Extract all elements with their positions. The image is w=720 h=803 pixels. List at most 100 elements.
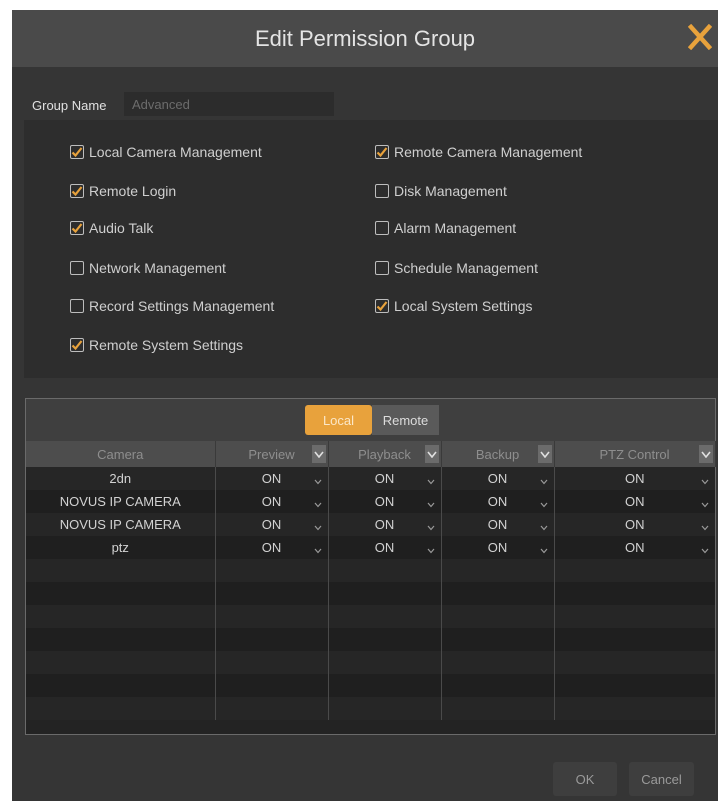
camera-cell [26, 674, 216, 697]
chevron-down-icon[interactable] [427, 473, 435, 488]
group-name-input[interactable] [124, 92, 334, 116]
checkbox-checked-icon[interactable] [375, 145, 389, 159]
preview-select-value[interactable]: ON [262, 494, 282, 509]
header-label: Playback [358, 446, 411, 462]
backup-select-value[interactable]: ON [488, 540, 508, 555]
chevron-down-icon[interactable] [314, 519, 322, 534]
playback-cell [328, 582, 442, 605]
preview-cell [215, 697, 329, 720]
checkbox-unchecked-icon[interactable] [70, 299, 84, 313]
ptz-cell[interactable]: ON [554, 467, 715, 490]
backup-cell[interactable]: ON [441, 513, 555, 536]
playback-select-value[interactable]: ON [375, 540, 395, 555]
checkbox-checked-icon[interactable] [70, 145, 84, 159]
chevron-down-icon[interactable] [427, 542, 435, 557]
backup-select-value[interactable]: ON [488, 494, 508, 509]
chevron-down-icon[interactable] [701, 496, 709, 511]
permission-item[interactable]: Audio Talk [70, 220, 153, 236]
permission-item[interactable]: Local System Settings [375, 298, 533, 314]
checkbox-checked-icon[interactable] [375, 299, 389, 313]
chevron-down-icon[interactable] [314, 542, 322, 557]
permission-item[interactable]: Remote Login [70, 183, 176, 199]
backup-cell[interactable]: ON [441, 467, 555, 490]
camera-cell [26, 582, 216, 605]
ptz-cell [554, 559, 715, 582]
checkbox-unchecked-icon[interactable] [375, 184, 389, 198]
chevron-down-icon[interactable] [701, 519, 709, 534]
playback-select-value[interactable]: ON [375, 471, 395, 486]
checkbox-unchecked-icon[interactable] [70, 261, 84, 275]
permission-item[interactable]: Remote Camera Management [375, 144, 582, 160]
preview-select-value[interactable]: ON [262, 471, 282, 486]
table-row [26, 674, 715, 697]
playback-select-value[interactable]: ON [375, 517, 395, 532]
backup-cell[interactable]: ON [441, 490, 555, 513]
backup-cell[interactable]: ON [441, 536, 555, 559]
ptz-select-value[interactable]: ON [625, 494, 645, 509]
ptz-select-value[interactable]: ON [625, 540, 645, 555]
camera-cell: NOVUS IP CAMERA [26, 513, 216, 536]
preview-select-value[interactable]: ON [262, 517, 282, 532]
permission-item[interactable]: Disk Management [375, 183, 507, 199]
chevron-down-icon[interactable] [540, 542, 548, 557]
camera-cell [26, 697, 216, 720]
preview-cell[interactable]: ON [215, 513, 329, 536]
chevron-down-icon[interactable] [537, 445, 552, 463]
preview-cell[interactable]: ON [215, 490, 329, 513]
title-bar: Edit Permission Group [12, 10, 718, 67]
preview-cell[interactable]: ON [215, 536, 329, 559]
column-header-backup: Backup [441, 441, 555, 467]
permission-item[interactable]: Schedule Management [375, 260, 538, 276]
ptz-cell[interactable]: ON [554, 513, 715, 536]
backup-select-value[interactable]: ON [488, 471, 508, 486]
permission-item[interactable]: Network Management [70, 260, 226, 276]
ok-button[interactable]: OK [553, 762, 617, 796]
chevron-down-icon[interactable] [314, 473, 322, 488]
playback-cell[interactable]: ON [328, 536, 442, 559]
chevron-down-icon[interactable] [311, 445, 326, 463]
ptz-select-value[interactable]: ON [625, 517, 645, 532]
close-icon[interactable] [687, 23, 713, 51]
chevron-down-icon[interactable] [314, 496, 322, 511]
permission-label: Audio Talk [89, 220, 154, 236]
checkbox-checked-icon[interactable] [70, 184, 84, 198]
ptz-select-value[interactable]: ON [625, 471, 645, 486]
ptz-cell [554, 582, 715, 605]
chevron-down-icon[interactable] [540, 473, 548, 488]
chevron-down-icon[interactable] [427, 519, 435, 534]
ptz-cell [554, 605, 715, 628]
cancel-button[interactable]: Cancel [629, 762, 694, 796]
checkbox-checked-icon[interactable] [70, 338, 84, 352]
chevron-down-icon[interactable] [427, 496, 435, 511]
checkbox-unchecked-icon[interactable] [375, 261, 389, 275]
permission-item[interactable]: Record Settings Management [70, 298, 274, 314]
camera-cell: ptz [26, 536, 216, 559]
preview-cell[interactable]: ON [215, 467, 329, 490]
ptz-cell[interactable]: ON [554, 536, 715, 559]
playback-cell [328, 674, 442, 697]
preview-select-value[interactable]: ON [262, 540, 282, 555]
playback-cell[interactable]: ON [328, 513, 442, 536]
chevron-down-icon[interactable] [698, 445, 713, 463]
permission-item[interactable]: Alarm Management [375, 220, 516, 236]
playback-select-value[interactable]: ON [375, 494, 395, 509]
table-row: 2dn ON ON ON ON [26, 467, 715, 490]
table-header-row: Camera Preview Playback Backup PTZ Contr… [26, 441, 716, 467]
checkbox-unchecked-icon[interactable] [375, 221, 389, 235]
column-header-camera: Camera [26, 441, 216, 467]
chevron-down-icon[interactable] [424, 445, 439, 463]
chevron-down-icon[interactable] [540, 496, 548, 511]
permission-item[interactable]: Remote System Settings [70, 337, 243, 353]
permission-item[interactable]: Local Camera Management [70, 144, 262, 160]
tab-remote[interactable]: Remote [372, 405, 439, 435]
playback-cell[interactable]: ON [328, 490, 442, 513]
backup-select-value[interactable]: ON [488, 517, 508, 532]
chevron-down-icon[interactable] [540, 519, 548, 534]
playback-cell[interactable]: ON [328, 467, 442, 490]
chevron-down-icon[interactable] [701, 473, 709, 488]
checkbox-checked-icon[interactable] [70, 221, 84, 235]
ptz-cell[interactable]: ON [554, 490, 715, 513]
tab-local[interactable]: Local [305, 405, 372, 435]
chevron-down-icon[interactable] [701, 542, 709, 557]
ptz-cell [554, 628, 715, 651]
